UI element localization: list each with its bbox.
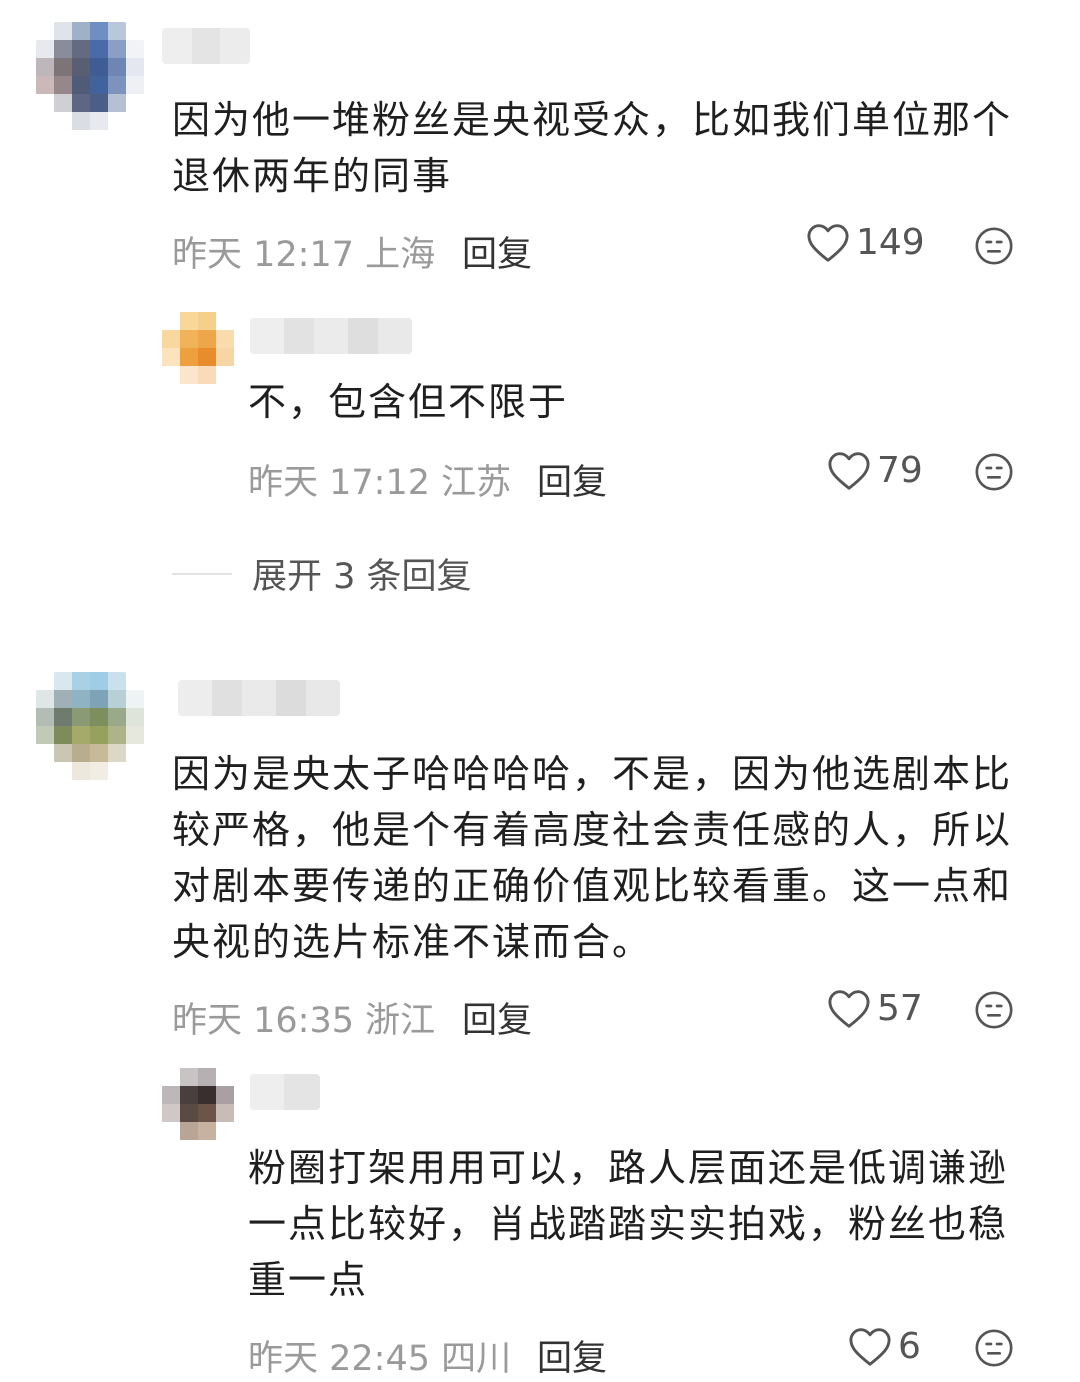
username-blurred[interactable] — [162, 28, 250, 64]
avatar[interactable] — [36, 22, 144, 130]
comment-text: 因为是央太子哈哈哈哈，不是，因为他选剧本比较严格，他是个有着高度社会责任感的人，… — [172, 752, 1013, 964]
username-blurred[interactable] — [250, 318, 412, 354]
reply-text: 粉圈打架用用可以，路人层面还是低调谦逊一点比较好，肖战踏踏实实拍戏，粉丝也稳重一… — [248, 1146, 1009, 1302]
reply-button[interactable]: 回复 — [462, 992, 532, 1043]
comment-meta: 昨天 12:17 上海 — [172, 226, 435, 277]
reply-button[interactable]: 回复 — [537, 1330, 607, 1381]
reply-button[interactable]: 回复 — [537, 454, 607, 505]
like-count: 57 — [877, 988, 923, 1029]
avatar[interactable] — [162, 312, 234, 384]
like-button[interactable]: 149 — [806, 222, 925, 263]
neutral-face-icon[interactable] — [974, 452, 1014, 492]
heart-outline-icon — [849, 1327, 891, 1366]
reply-time: 昨天 17:12 — [248, 463, 430, 503]
neutral-face-icon[interactable] — [974, 1328, 1014, 1368]
comment-meta: 昨天 16:35 浙江 — [172, 992, 435, 1043]
reply-button[interactable]: 回复 — [462, 226, 532, 277]
reply-time: 昨天 22:45 — [248, 1339, 430, 1379]
username-blurred[interactable] — [178, 680, 340, 716]
avatar[interactable] — [36, 672, 144, 780]
username-blurred[interactable] — [250, 1074, 320, 1110]
like-count: 149 — [856, 222, 925, 263]
neutral-face-icon[interactable] — [974, 990, 1014, 1030]
heart-outline-icon — [807, 223, 849, 262]
comment-location: 浙江 — [365, 1001, 436, 1041]
reply-meta: 昨天 22:45 四川 — [248, 1330, 511, 1381]
comment-location: 上海 — [365, 235, 436, 275]
like-button[interactable]: 6 — [848, 1326, 921, 1367]
comment-time: 昨天 12:17 — [172, 235, 354, 275]
like-count: 79 — [877, 450, 923, 491]
like-count: 6 — [898, 1326, 921, 1367]
reply-location: 江苏 — [441, 463, 512, 503]
neutral-face-icon[interactable] — [974, 226, 1014, 266]
expand-replies-button[interactable]: 展开 3 条回复 — [172, 548, 472, 599]
avatar[interactable] — [162, 1068, 234, 1140]
reply-location: 四川 — [441, 1339, 512, 1379]
reply-text: 不，包含但不限于 — [248, 380, 569, 424]
like-button[interactable]: 57 — [827, 988, 923, 1029]
comment-text: 因为他一堆粉丝是央视受众，比如我们单位那个退休两年的同事 — [172, 98, 1013, 198]
reply-meta: 昨天 17:12 江苏 — [248, 454, 511, 505]
like-button[interactable]: 79 — [827, 450, 923, 491]
expand-replies-label: 展开 3 条回复 — [252, 557, 472, 597]
divider — [172, 572, 232, 575]
heart-outline-icon — [828, 451, 870, 490]
heart-outline-icon — [828, 989, 870, 1028]
comment-time: 昨天 16:35 — [172, 1001, 354, 1041]
